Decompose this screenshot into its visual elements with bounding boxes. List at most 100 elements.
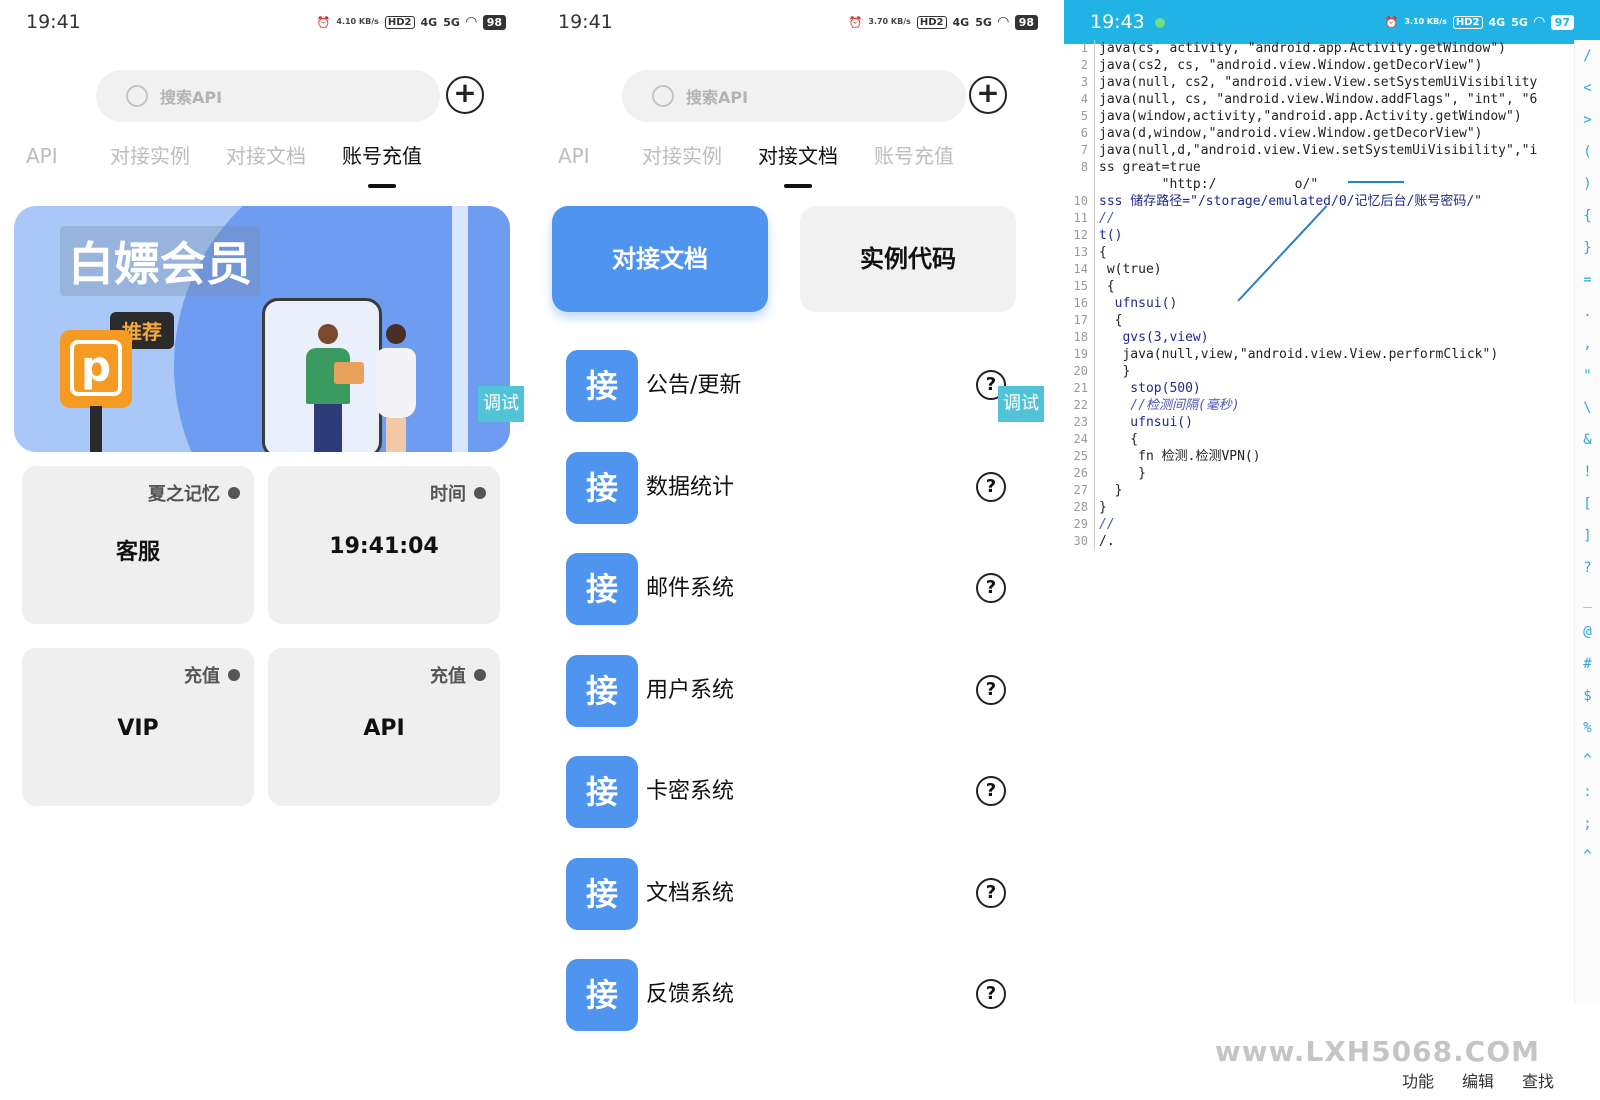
battery-indicator: 98 bbox=[482, 14, 506, 30]
symbol-key[interactable]: < bbox=[1575, 72, 1600, 104]
code-line[interactable]: 25 fn 检测.检测VPN() bbox=[1064, 448, 1574, 465]
wifi-icon: ◠ bbox=[1533, 14, 1545, 30]
tab-examples[interactable]: 对接实例 bbox=[92, 136, 208, 188]
code-line[interactable]: 8 ss great=true bbox=[1064, 159, 1574, 176]
code-line[interactable]: 15 { bbox=[1064, 278, 1574, 295]
code-line[interactable]: 17 { bbox=[1064, 312, 1574, 329]
list-item[interactable]: 接反馈系统? bbox=[566, 959, 1006, 1033]
add-button[interactable]: + bbox=[969, 76, 1007, 114]
symbol-key[interactable]: % bbox=[1575, 712, 1600, 744]
code-line[interactable]: 30 /. bbox=[1064, 533, 1574, 550]
symbol-key[interactable]: { bbox=[1575, 200, 1600, 232]
list-item[interactable]: 接邮件系统? bbox=[566, 553, 1006, 627]
symbol-key[interactable]: $ bbox=[1575, 680, 1600, 712]
code-line[interactable]: 7 java(null,d,"android.view.View.setSyste… bbox=[1064, 142, 1574, 159]
tab-examples[interactable]: 对接实例 bbox=[624, 136, 740, 188]
symbol-key[interactable]: ? bbox=[1575, 552, 1600, 584]
symbol-key[interactable]: : bbox=[1575, 776, 1600, 808]
code-editor[interactable]: 1 java(cs, activity, "android.app.Activit… bbox=[1064, 40, 1574, 1004]
symbol-key[interactable]: / bbox=[1575, 40, 1600, 72]
code-line[interactable]: 24 { bbox=[1064, 431, 1574, 448]
segment-docs[interactable]: 对接文档 bbox=[552, 206, 768, 312]
code-line[interactable]: 22 //检测间隔(毫秒) bbox=[1064, 397, 1574, 414]
symbol-key[interactable]: ) bbox=[1575, 168, 1600, 200]
promo-banner[interactable]: 白嫖会员 推荐 p bbox=[14, 206, 510, 452]
search-input[interactable]: 搜索API bbox=[96, 70, 440, 122]
symbol-key[interactable]: ] bbox=[1575, 520, 1600, 552]
symbol-key[interactable]: @ bbox=[1575, 616, 1600, 648]
help-icon[interactable]: ? bbox=[976, 674, 1006, 705]
symbol-key[interactable]: ( bbox=[1575, 136, 1600, 168]
help-icon[interactable]: ? bbox=[976, 471, 1006, 502]
card-recharge-vip[interactable]: 充值 VIP bbox=[22, 648, 254, 806]
tab-recharge[interactable]: 账号充值 bbox=[856, 136, 972, 188]
code-line[interactable]: 5 java(window,activity,"android.app.Activ… bbox=[1064, 108, 1574, 125]
debug-tab[interactable]: 调试 bbox=[998, 386, 1044, 422]
symbol-key[interactable]: , bbox=[1575, 328, 1600, 360]
card-support[interactable]: 夏之记忆 客服 bbox=[22, 466, 254, 624]
symbol-key[interactable]: . bbox=[1575, 296, 1600, 328]
code-line[interactable]: 26 } bbox=[1064, 465, 1574, 482]
symbol-key[interactable]: " bbox=[1575, 360, 1600, 392]
tab-docs[interactable]: 对接文档 bbox=[208, 136, 324, 188]
help-icon[interactable]: ? bbox=[976, 979, 1006, 1009]
list-item[interactable]: 接文档系统? bbox=[566, 857, 1006, 932]
symbol-key[interactable]: & bbox=[1575, 424, 1600, 456]
menu-edit[interactable]: 编辑 bbox=[1462, 1068, 1494, 1092]
code-line[interactable]: 1 java(cs, activity, "android.app.Activit… bbox=[1064, 40, 1574, 57]
symbol-key[interactable]: = bbox=[1575, 264, 1600, 296]
symbol-key[interactable]: # bbox=[1575, 648, 1600, 680]
symbol-key[interactable]: > bbox=[1575, 104, 1600, 136]
tab-recharge[interactable]: 账号充值 bbox=[324, 136, 440, 188]
code-line[interactable]: 28} bbox=[1064, 499, 1574, 516]
code-text: "http:/ o/" bbox=[1099, 177, 1319, 192]
menu-find[interactable]: 查找 bbox=[1522, 1068, 1554, 1092]
tab-api[interactable]: API bbox=[26, 136, 92, 188]
symbol-key[interactable]: } bbox=[1575, 232, 1600, 264]
line-number: 5 bbox=[1080, 109, 1088, 123]
symbol-key[interactable]: ^ bbox=[1575, 840, 1600, 872]
code-line[interactable]: 4 java(null, cs, "android.view.Window.add… bbox=[1064, 91, 1574, 108]
add-button[interactable]: + bbox=[446, 76, 484, 114]
code-line[interactable]: 3 java(null, cs2, "android.view.View.setS… bbox=[1064, 74, 1574, 91]
card-time[interactable]: 时间 19:41:04 bbox=[268, 466, 500, 624]
code-line[interactable]: 16 ufnsui() bbox=[1064, 295, 1574, 312]
code-line[interactable]: 14 w(true) bbox=[1064, 261, 1574, 278]
help-icon[interactable]: ? bbox=[976, 877, 1006, 908]
wifi-icon: ◠ bbox=[997, 14, 1009, 30]
code-line[interactable]: 12 t() bbox=[1064, 227, 1574, 244]
list-item[interactable]: 接用户系统? bbox=[566, 654, 1006, 729]
code-line[interactable]: 10 sss 储存路径="/storage/emulated/0/记忆后台/账号密… bbox=[1064, 193, 1574, 210]
help-icon[interactable]: ? bbox=[976, 573, 1006, 603]
code-line[interactable]: 29 // bbox=[1064, 516, 1574, 533]
code-line[interactable]: 21 stop(500) bbox=[1064, 380, 1574, 397]
code-line[interactable]: 13 { bbox=[1064, 244, 1574, 261]
debug-tab[interactable]: 调试 bbox=[478, 386, 524, 422]
symbol-key[interactable]: \ bbox=[1575, 392, 1600, 424]
list-item[interactable]: 接卡密系统? bbox=[566, 756, 1006, 830]
tab-docs[interactable]: 对接文档 bbox=[740, 136, 856, 188]
sign-pole bbox=[90, 406, 102, 452]
symbol-key[interactable]: [ bbox=[1575, 488, 1600, 520]
code-line[interactable]: 20 } bbox=[1064, 363, 1574, 380]
alarm-icon: ⏰ bbox=[848, 15, 863, 29]
symbol-key[interactable]: _ bbox=[1575, 584, 1600, 616]
code-line[interactable]: "http:/ o/" bbox=[1064, 176, 1574, 193]
code-line[interactable]: 19 java(null,view,"android.view.View.per… bbox=[1064, 346, 1574, 363]
code-line[interactable]: 2 java(cs2, cs, "android.view.Window.getD… bbox=[1064, 57, 1574, 74]
segment-example-code[interactable]: 实例代码 bbox=[800, 206, 1016, 312]
card-recharge-api[interactable]: 充值 API bbox=[268, 648, 500, 806]
code-line[interactable]: 6 java(d,window,"android.view.Window.getD… bbox=[1064, 125, 1574, 142]
help-icon[interactable]: ? bbox=[976, 776, 1006, 806]
list-item[interactable]: 接公告/更新? bbox=[566, 350, 1006, 424]
menu-function[interactable]: 功能 bbox=[1402, 1068, 1434, 1092]
code-line[interactable]: 18 gvs(3,view) bbox=[1064, 329, 1574, 346]
search-input[interactable]: 搜索API bbox=[622, 70, 966, 122]
symbol-key[interactable]: ! bbox=[1575, 456, 1600, 488]
symbol-key[interactable]: ^ bbox=[1575, 744, 1600, 776]
symbol-key[interactable]: ; bbox=[1575, 808, 1600, 840]
code-line[interactable]: 27 } bbox=[1064, 482, 1574, 499]
list-item[interactable]: 接数据统计? bbox=[566, 451, 1006, 526]
code-line[interactable]: 23 ufnsui() bbox=[1064, 414, 1574, 431]
tab-api[interactable]: API bbox=[558, 136, 624, 188]
